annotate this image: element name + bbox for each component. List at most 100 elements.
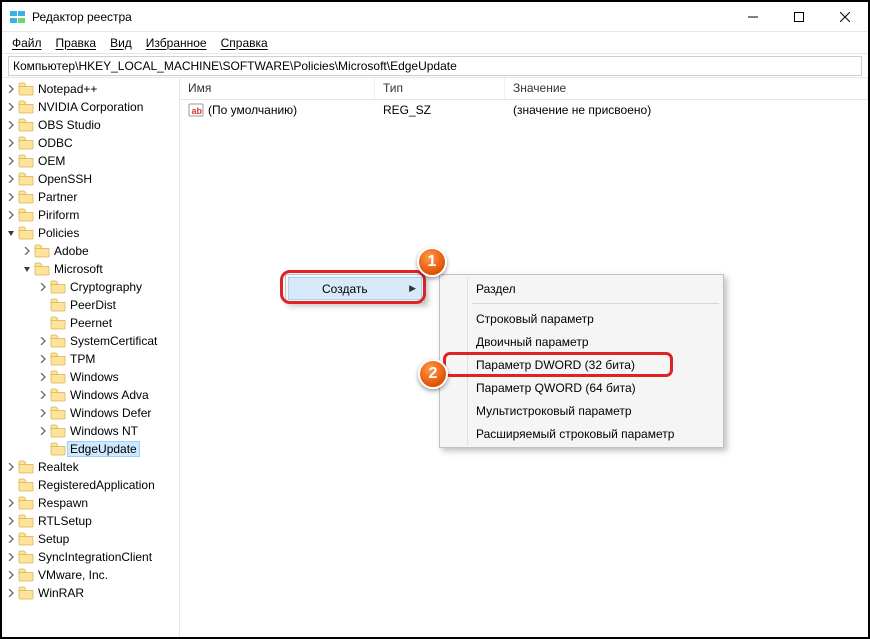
tree-item[interactable]: TPM — [2, 350, 179, 368]
folder-icon — [34, 244, 50, 258]
tree-item[interactable]: OBS Studio — [2, 116, 179, 134]
tree-item[interactable]: Realtek — [2, 458, 179, 476]
context-menu[interactable]: Создать ▶ — [285, 274, 425, 303]
tree-expander-icon[interactable] — [36, 373, 50, 381]
main-area: Notepad++NVIDIA Corporation OBS Studio ODB… — [2, 78, 868, 637]
tree-item[interactable]: PeerDist — [2, 296, 179, 314]
ctx-item[interactable]: Мультистроковый параметр — [442, 399, 721, 422]
tree-item[interactable]: RTLSetup — [2, 512, 179, 530]
tree-expander-icon[interactable] — [4, 517, 18, 525]
tree-expander-icon[interactable] — [36, 409, 50, 417]
menu-help[interactable]: Справка — [215, 34, 274, 52]
tree-label: Partner — [36, 190, 79, 204]
tree-item[interactable]: Notepad++ — [2, 80, 179, 98]
tree-item[interactable]: Cryptography — [2, 278, 179, 296]
tree-item[interactable]: OEM — [2, 152, 179, 170]
ctx-item[interactable]: Параметр QWORD (64 бита) — [442, 376, 721, 399]
tree-expander-icon[interactable] — [36, 391, 50, 399]
tree-expander-icon[interactable] — [36, 355, 50, 363]
tree-item[interactable]: VMware, Inc. — [2, 566, 179, 584]
tree-expander-icon[interactable] — [4, 103, 18, 111]
tree-expander-icon[interactable] — [4, 553, 18, 561]
tree-expander-icon[interactable] — [4, 139, 18, 147]
folder-icon — [50, 352, 66, 366]
address-bar — [2, 54, 868, 78]
tree-item[interactable]: OpenSSH — [2, 170, 179, 188]
tree-label: OBS Studio — [36, 118, 103, 132]
tree-item[interactable]: Windows Adva — [2, 386, 179, 404]
tree-expander-icon[interactable] — [4, 463, 18, 471]
tree-expander-icon[interactable] — [4, 211, 18, 219]
tree-expander-icon[interactable] — [4, 193, 18, 201]
menu-file[interactable]: Файл — [6, 34, 48, 52]
tree-item[interactable]: Windows NT — [2, 422, 179, 440]
maximize-button[interactable] — [776, 2, 822, 32]
tree-item[interactable]: Windows Defer — [2, 404, 179, 422]
ctx-item[interactable]: Двоичный параметр — [442, 330, 721, 353]
context-submenu[interactable]: Раздел Строковый параметрДвоичный парамет… — [439, 274, 724, 448]
tree-expander-icon[interactable] — [4, 121, 18, 129]
tree-item[interactable]: SystemCertificat — [2, 332, 179, 350]
tree-label: Cryptography — [68, 280, 144, 294]
folder-icon — [50, 406, 66, 420]
menu-edit[interactable]: Правка — [50, 34, 103, 52]
tree-item[interactable]: Policies — [2, 224, 179, 242]
minimize-button[interactable] — [730, 2, 776, 32]
tree-item[interactable]: SyncIntegrationClient — [2, 548, 179, 566]
ctx-item[interactable]: Параметр DWORD (32 бита) — [442, 353, 721, 376]
ctx-item[interactable]: Раздел — [442, 277, 721, 300]
tree-item[interactable]: Setup — [2, 530, 179, 548]
folder-icon — [18, 208, 34, 222]
tree-label: Respawn — [36, 496, 90, 510]
tree-item[interactable]: Respawn — [2, 494, 179, 512]
col-header-type[interactable]: Тип — [375, 78, 505, 99]
tree-item[interactable]: Adobe — [2, 242, 179, 260]
tree-expander-icon[interactable] — [4, 157, 18, 165]
tree-expander-icon[interactable] — [4, 229, 18, 237]
tree-expander-icon[interactable] — [4, 175, 18, 183]
tree-expander-icon[interactable] — [4, 589, 18, 597]
tree-item[interactable]: Microsoft — [2, 260, 179, 278]
tree-label: SystemCertificat — [68, 334, 159, 348]
tree-panel[interactable]: Notepad++NVIDIA Corporation OBS Studio ODB… — [2, 78, 180, 637]
list-row[interactable]: ab (По умолчанию) REG_SZ (значение не пр… — [180, 100, 868, 120]
folder-icon — [18, 172, 34, 186]
tree-item[interactable]: Partner — [2, 188, 179, 206]
address-input[interactable] — [8, 56, 862, 76]
tree-expander-icon[interactable] — [4, 85, 18, 93]
tree-expander-icon[interactable] — [36, 283, 50, 291]
tree-label: TPM — [68, 352, 97, 366]
tree-item[interactable]: ODBC — [2, 134, 179, 152]
close-button[interactable] — [822, 2, 868, 32]
folder-icon — [18, 136, 34, 150]
folder-icon — [50, 298, 66, 312]
tree-item[interactable]: Piriform — [2, 206, 179, 224]
tree-expander-icon[interactable] — [36, 427, 50, 435]
context-menu-separator — [472, 303, 719, 304]
ctx-item[interactable]: Строковый параметр — [442, 307, 721, 330]
tree-label: PeerDist — [68, 298, 118, 312]
tree-label: Windows Adva — [68, 388, 151, 402]
tree-label: OEM — [36, 154, 67, 168]
tree-expander-icon[interactable] — [20, 265, 34, 273]
tree-expander-icon[interactable] — [36, 337, 50, 345]
menu-view[interactable]: Вид — [104, 34, 138, 52]
tree-item[interactable]: Windows — [2, 368, 179, 386]
menu-favorites[interactable]: Избранное — [140, 34, 213, 52]
tree-item[interactable]: NVIDIA Corporation — [2, 98, 179, 116]
tree-label: RTLSetup — [36, 514, 94, 528]
ctx-create[interactable]: Создать ▶ — [288, 277, 422, 300]
ctx-item[interactable]: Расширяемый строковый параметр — [442, 422, 721, 445]
tree-expander-icon[interactable] — [4, 499, 18, 507]
list-header: Имя Тип Значение — [180, 78, 868, 100]
tree-item[interactable]: RegisteredApplication — [2, 476, 179, 494]
tree-expander-icon[interactable] — [4, 571, 18, 579]
tree-item[interactable]: WinRAR — [2, 584, 179, 602]
tree-expander-icon[interactable] — [4, 535, 18, 543]
tree-item[interactable]: Peernet — [2, 314, 179, 332]
col-header-name[interactable]: Имя — [180, 78, 375, 99]
tree-expander-icon[interactable] — [20, 247, 34, 255]
col-header-value[interactable]: Значение — [505, 78, 868, 99]
tree-label: VMware, Inc. — [36, 568, 110, 582]
tree-item[interactable]: EdgeUpdate — [2, 440, 179, 458]
